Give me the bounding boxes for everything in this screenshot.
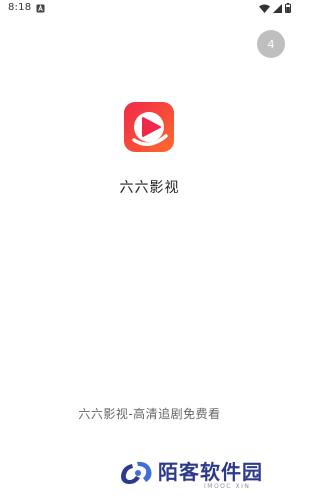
status-bar: 8:18 [0,0,299,18]
watermark: 陌客软件园 IMOOC XIN [118,456,288,496]
app-logo [124,102,174,152]
watermark-subtext: IMOOC XIN [204,483,251,490]
battery-icon [285,3,291,13]
notification-a-icon [36,4,45,13]
countdown-label: 4 [267,37,275,51]
slogan: 六六影视-高清追剧免费看 [78,407,221,421]
watermark-logo-icon [121,461,152,484]
status-time: 8:18 [8,2,32,13]
wifi-icon [259,4,270,13]
app-name: 六六影视 [119,180,180,196]
status-icons [259,3,291,13]
watermark-text: 陌客软件园 [158,460,263,484]
signal-icon [273,3,282,13]
skip-countdown-button[interactable]: 4 [257,30,285,58]
